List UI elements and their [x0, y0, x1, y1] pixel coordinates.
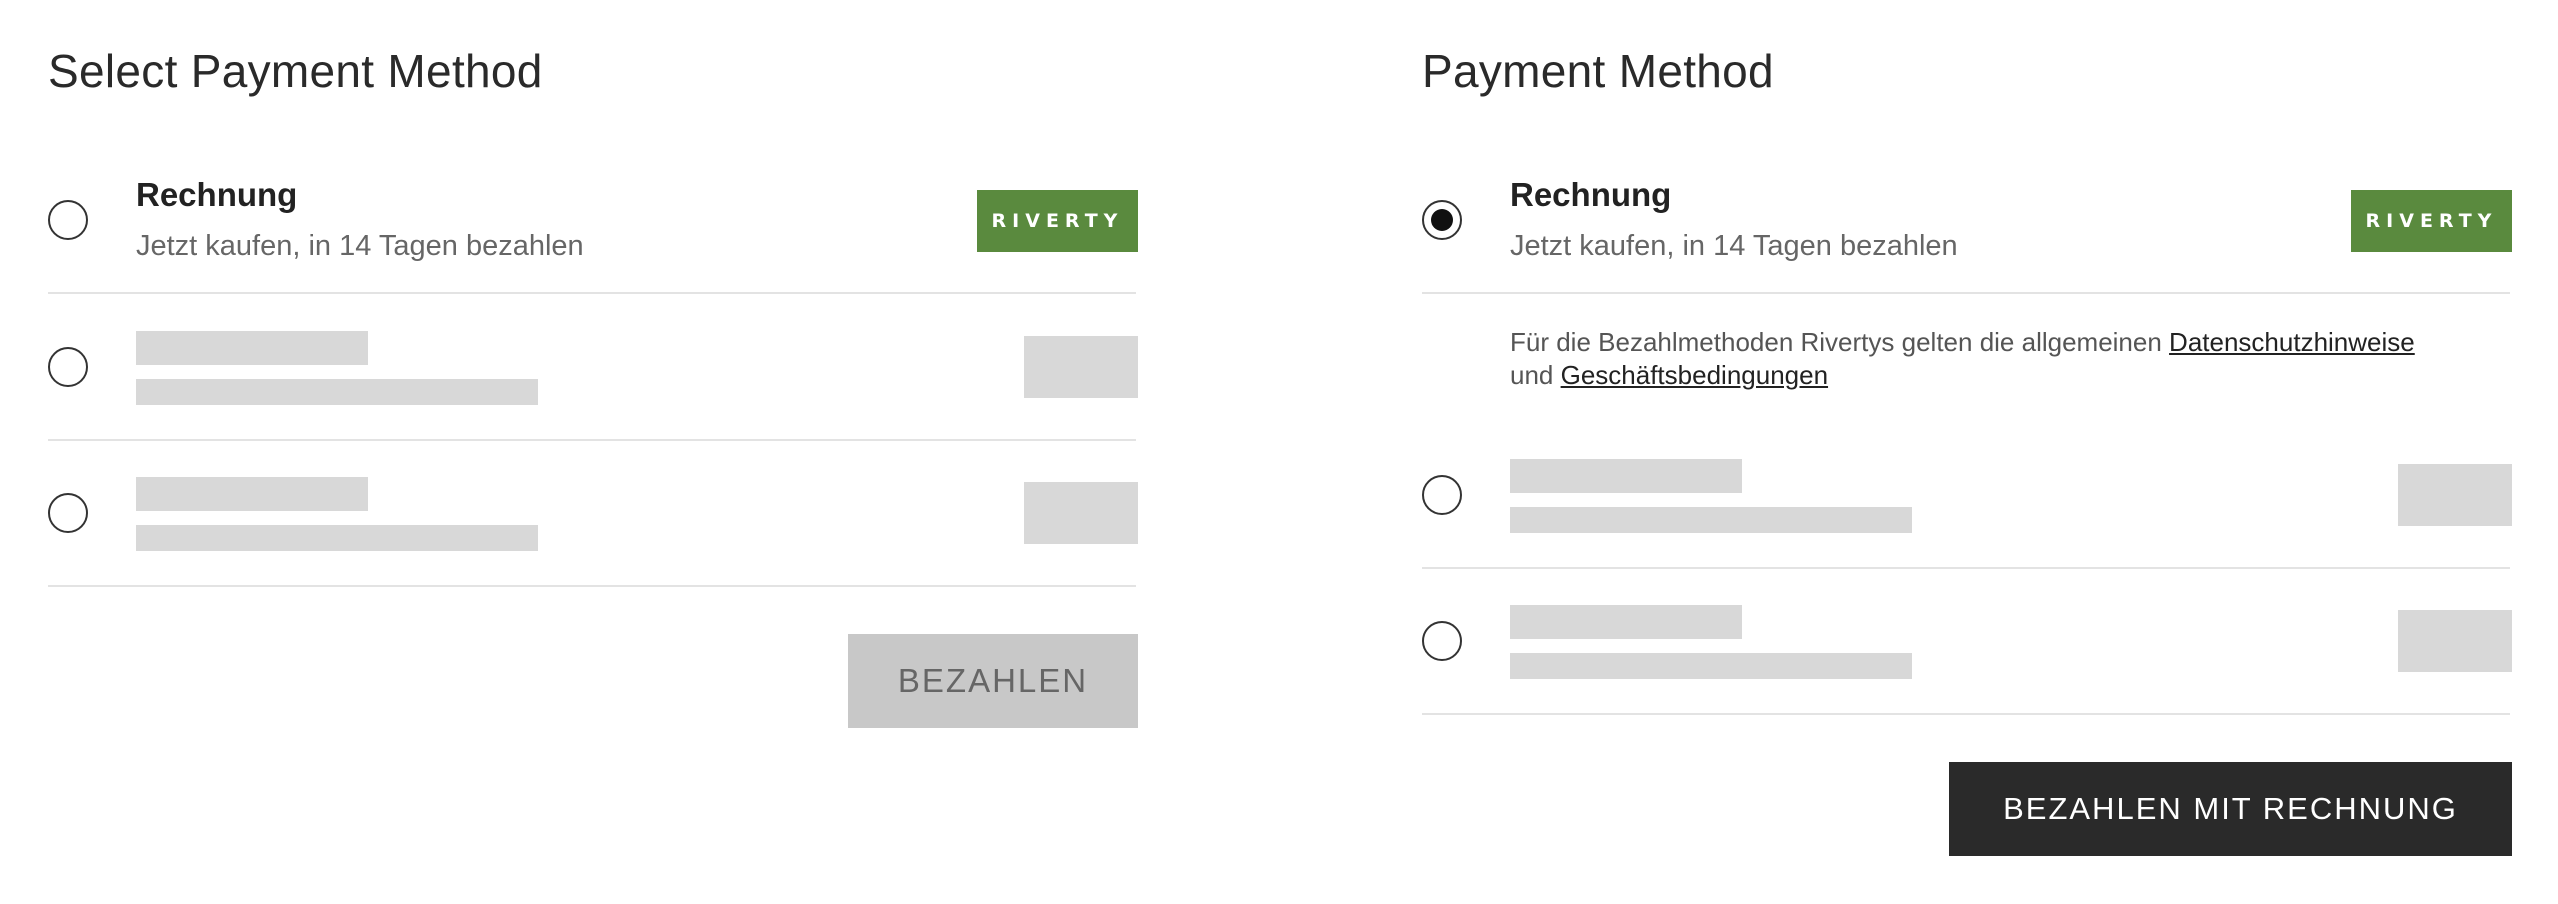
legal-text-between: und	[1510, 360, 1561, 390]
skeleton-logo	[1024, 482, 1138, 544]
radio-option-3[interactable]	[1422, 621, 1462, 661]
skeleton-logo	[2398, 464, 2512, 526]
privacy-link[interactable]: Datenschutzhinweise	[2169, 327, 2415, 357]
option-title-rechnung: Rechnung	[1510, 176, 1672, 213]
skeleton-title	[1510, 605, 1742, 639]
pay-with-invoice-button[interactable]: BEZAHLEN MIT RECHNUNG	[1949, 762, 2512, 856]
skeleton-subtitle	[136, 525, 538, 551]
radio-option-2[interactable]	[1422, 475, 1462, 515]
radio-rechnung[interactable]	[48, 200, 88, 240]
option-subtitle-rechnung: Jetzt kaufen, in 14 Tagen bezahlen	[1510, 230, 1958, 262]
skeleton-subtitle	[1510, 507, 1912, 533]
skeleton-title	[1510, 459, 1742, 493]
skeleton-logo	[1024, 336, 1138, 398]
legal-text-before: Für die Bezahlmethoden Rivertys gelten d…	[1510, 327, 2170, 357]
page-title: Payment Method	[1422, 45, 1774, 97]
skeleton-logo	[2398, 610, 2512, 672]
option-title-rechnung: Rechnung	[136, 176, 298, 213]
radio-option-2[interactable]	[48, 347, 88, 387]
divider	[48, 292, 1136, 294]
divider	[1422, 567, 2510, 569]
radio-rechnung-selected[interactable]	[1422, 200, 1462, 240]
page-title: Select Payment Method	[48, 45, 543, 97]
skeleton-subtitle	[1510, 653, 1912, 679]
radio-option-3[interactable]	[48, 493, 88, 533]
divider	[48, 585, 1136, 587]
option-subtitle-rechnung: Jetzt kaufen, in 14 Tagen bezahlen	[136, 230, 584, 262]
skeleton-title	[136, 477, 368, 511]
divider	[1422, 713, 2510, 715]
skeleton-subtitle	[136, 379, 538, 405]
legal-info-text: Für die Bezahlmethoden Rivertys gelten d…	[1510, 326, 2510, 392]
skeleton-title	[136, 331, 368, 365]
riverty-logo: RIVERTY	[2351, 190, 2512, 252]
divider	[48, 439, 1136, 441]
divider	[1422, 292, 2510, 294]
pay-button-disabled[interactable]: BEZAHLEN	[848, 634, 1138, 728]
terms-link[interactable]: Geschäftsbedingungen	[1561, 360, 1828, 390]
riverty-logo: RIVERTY	[977, 190, 1138, 252]
